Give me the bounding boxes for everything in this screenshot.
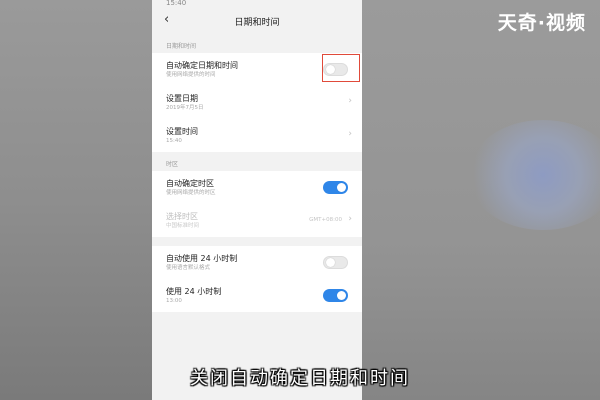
header-bar: ‹ 日期和时间 — [152, 8, 362, 34]
section-gap — [152, 237, 362, 246]
row-subtitle: 15:40 — [166, 138, 182, 144]
auto-24h-toggle[interactable] — [323, 256, 348, 269]
row-auto-24h[interactable]: 自动使用 24 小时制 使用语言默认格式 — [152, 246, 362, 279]
use-24h-toggle[interactable] — [323, 289, 348, 302]
row-set-time[interactable]: 设置时间 15:40 › — [152, 119, 362, 152]
group-format: 自动使用 24 小时制 使用语言默认格式 使用 24 小时制 13:00 — [152, 246, 362, 312]
page-title: 日期和时间 — [234, 18, 280, 28]
row-set-date[interactable]: 设置日期 2019年7月5日 › — [152, 86, 362, 119]
row-title: 设置日期 — [166, 94, 198, 103]
timezone-value: GMT+08:00 — [309, 217, 342, 223]
background-left — [0, 0, 152, 400]
group-timezone: 自动确定时区 使用网络提供的时区 选择时区 中国标准时间 GMT+08:00 › — [152, 171, 362, 237]
chevron-right-icon: › — [348, 96, 352, 106]
section-label-datetime: 日期和时间 — [166, 43, 197, 50]
video-caption: 关闭自动确定日期和时间 — [190, 368, 410, 389]
row-title: 设置时间 — [166, 127, 198, 136]
row-auto-timezone[interactable]: 自动确定时区 使用网络提供的时区 — [152, 171, 362, 204]
row-use-24h[interactable]: 使用 24 小时制 13:00 — [152, 279, 362, 312]
watermark-logo: 天奇·视频 — [497, 12, 586, 34]
phone-screen: 15:40 ‹ 日期和时间 日期和时间 自动确定日期和时间 使用网络提供的时间 … — [152, 0, 362, 400]
row-auto-datetime[interactable]: 自动确定日期和时间 使用网络提供的时间 — [152, 53, 362, 86]
toggle-knob — [326, 258, 335, 267]
highlight-box — [322, 54, 360, 82]
row-select-timezone: 选择时区 中国标准时间 GMT+08:00 › — [152, 204, 362, 237]
chevron-right-icon: › — [348, 214, 352, 224]
auto-timezone-toggle[interactable] — [323, 181, 348, 194]
row-subtitle: 中国标准时间 — [166, 223, 200, 229]
status-time: 15:40 — [166, 0, 187, 7]
toggle-knob — [337, 291, 346, 300]
chevron-right-icon: › — [348, 129, 352, 139]
toggle-knob — [337, 183, 346, 192]
group-datetime: 自动确定日期和时间 使用网络提供的时间 设置日期 2019年7月5日 › 设置时… — [152, 53, 362, 152]
row-subtitle: 2019年7月5日 — [166, 105, 204, 111]
section-label-timezone: 时区 — [166, 161, 179, 168]
